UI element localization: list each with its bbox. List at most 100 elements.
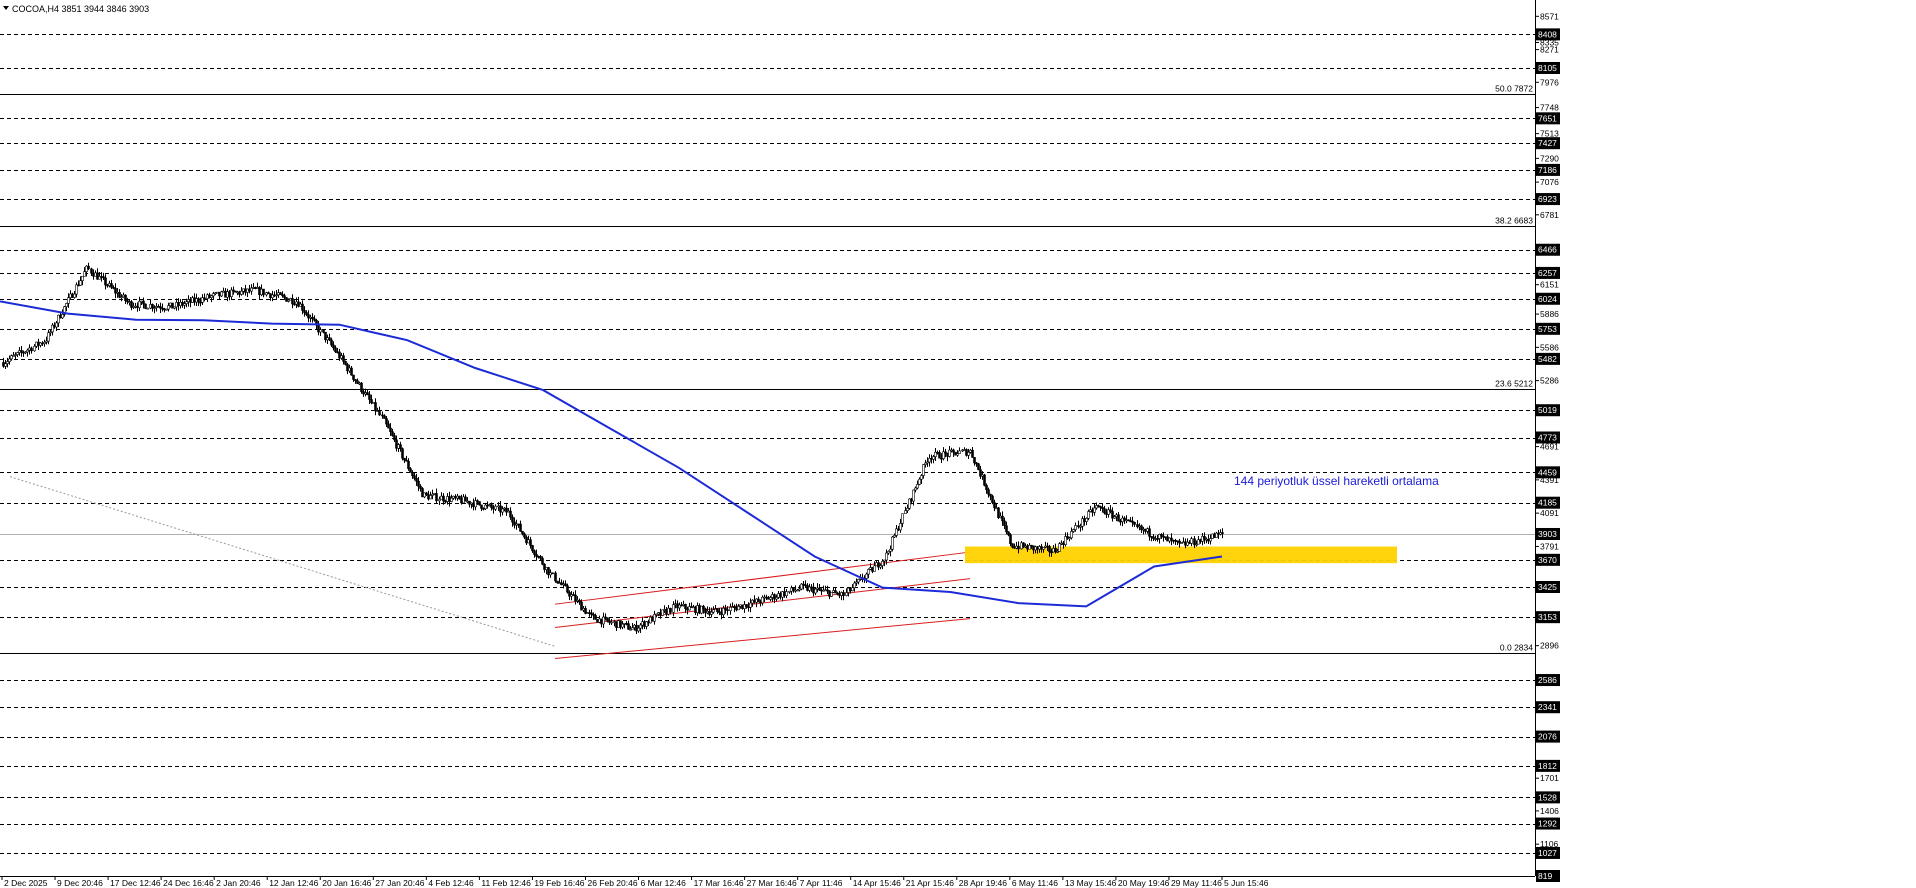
candle-body — [1144, 528, 1147, 532]
candle-body — [1064, 536, 1067, 545]
candle-body — [6, 361, 9, 364]
candle-body — [1072, 529, 1075, 532]
candle-body — [401, 448, 404, 459]
candle-body — [509, 510, 512, 518]
candle-body — [1209, 538, 1212, 542]
candle-body — [138, 300, 141, 308]
candle-body — [478, 501, 481, 506]
candle-body — [291, 298, 294, 305]
collapse-triangle-icon[interactable] — [3, 6, 9, 10]
candle-body — [1062, 542, 1065, 545]
y-boxed-label: 4773 — [1538, 433, 1557, 443]
candle-body — [189, 299, 192, 303]
candle-body — [108, 283, 111, 286]
candle-body — [1058, 543, 1061, 552]
candle-body — [952, 449, 955, 453]
candle-body — [830, 591, 833, 597]
candle-body — [1042, 547, 1045, 550]
candle-body — [1152, 536, 1155, 539]
candle-body — [16, 352, 19, 355]
x-tick-label: 11 Feb 12:46 — [481, 878, 531, 888]
candle-body — [1133, 522, 1136, 525]
candle-body — [1119, 520, 1122, 523]
candle-body — [1046, 545, 1049, 548]
candle-body — [55, 322, 58, 328]
candle-body — [1170, 537, 1173, 541]
candle-body — [1040, 546, 1043, 550]
candle-body — [106, 284, 109, 287]
y-boxed-label: 8408 — [1538, 29, 1557, 39]
candle-body — [967, 452, 970, 456]
candle-body — [1121, 517, 1124, 522]
candle-body — [435, 493, 438, 502]
candle-body — [851, 587, 854, 592]
candle-body — [818, 587, 821, 591]
candle-body — [1182, 541, 1185, 544]
candle-body — [262, 288, 265, 296]
candle-body — [94, 272, 97, 277]
candle-body — [785, 591, 788, 597]
candle-body — [1197, 539, 1200, 545]
candle-body — [118, 292, 121, 298]
x-tick-label: 14 Apr 15:46 — [853, 878, 901, 888]
candle-body — [96, 272, 99, 280]
candle-body — [222, 290, 225, 293]
candle-body — [419, 485, 422, 489]
candle-body — [124, 294, 127, 301]
candle-body — [305, 312, 308, 315]
candle-body — [554, 572, 557, 582]
fib-level-label: 50.0 7872 — [1495, 84, 1533, 94]
candle-body — [1117, 514, 1120, 522]
candle-body — [1184, 541, 1187, 546]
candle-body — [529, 539, 532, 546]
candle-body — [33, 345, 36, 352]
candle-body — [177, 302, 180, 306]
candle-body — [916, 484, 919, 489]
y-tick-label: 7976 — [1540, 77, 1559, 87]
candle-body — [1038, 546, 1041, 550]
candle-body — [246, 288, 249, 293]
x-tick-label: 4 Feb 12:46 — [428, 878, 474, 888]
candle-body — [102, 276, 105, 279]
grid-lines — [0, 34, 1535, 877]
y-boxed-label: 819 — [1538, 871, 1552, 881]
y-tick-label: 3791 — [1540, 541, 1559, 551]
candle-body — [191, 297, 194, 303]
candle-body — [195, 298, 198, 303]
y-boxed-label: 7427 — [1538, 138, 1557, 148]
fib-level-label: 38.2 6683 — [1495, 216, 1533, 226]
candle-body — [330, 339, 333, 346]
candle-body — [224, 290, 227, 298]
y-tick-label: 1701 — [1540, 773, 1559, 783]
candle-body — [301, 303, 304, 311]
candle-body — [344, 360, 347, 365]
y-tick-label: 5286 — [1540, 376, 1559, 386]
candle-body — [1154, 538, 1157, 540]
candle-body — [551, 572, 554, 575]
candle-body — [639, 624, 642, 629]
candle-body — [684, 604, 687, 609]
candle-body — [409, 468, 412, 473]
y-tick-label: 4091 — [1540, 508, 1559, 518]
candle-body — [47, 332, 50, 342]
candle-body — [399, 444, 402, 449]
x-tick-label: 6 Mar 12:46 — [641, 878, 687, 888]
y-boxed-label: 3153 — [1538, 612, 1557, 622]
candle-body — [328, 337, 331, 341]
candle-body — [1148, 528, 1151, 537]
candle-body — [85, 265, 88, 272]
x-tick-label: 17 Mar 16:46 — [694, 878, 744, 888]
y-boxed-label: 1812 — [1538, 761, 1557, 771]
candle-body — [1125, 519, 1128, 522]
candle-body — [1176, 540, 1179, 543]
x-tick-label: 9 Dec 20:46 — [57, 878, 103, 888]
candle-body — [726, 609, 729, 612]
candle-body — [169, 302, 172, 306]
candle-body — [183, 303, 186, 306]
candle-body — [1099, 506, 1102, 508]
candle-body — [67, 297, 70, 304]
candle-body — [415, 478, 418, 482]
candle-body — [901, 513, 904, 524]
candle-body — [566, 585, 569, 593]
candle-body — [1009, 534, 1012, 544]
